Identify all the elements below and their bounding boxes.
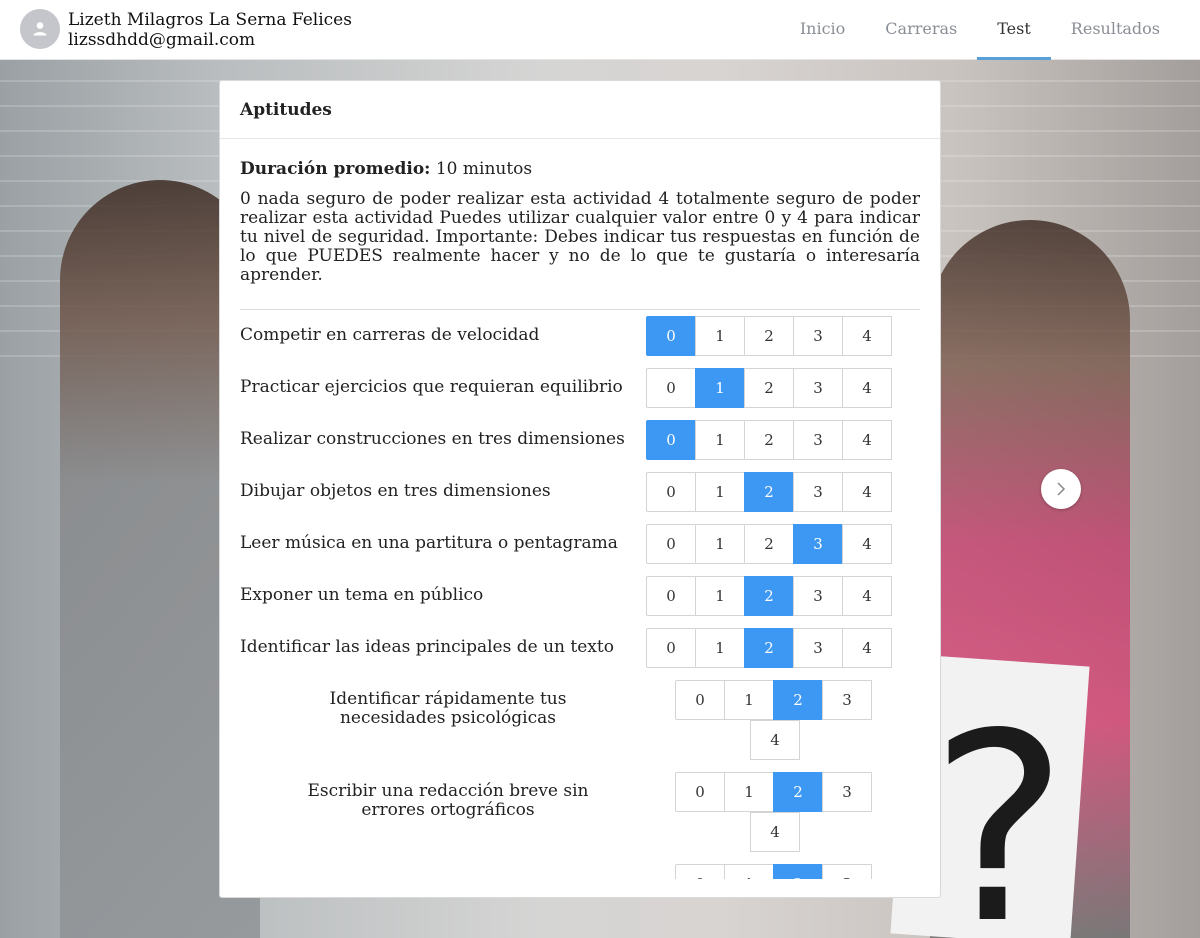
duration-value: 10 minutos	[435, 159, 533, 179]
answer-option[interactable]: 0	[646, 368, 696, 408]
answer-option[interactable]: 4	[842, 628, 892, 668]
question-label: Practicar ejercicios que requieran equil…	[240, 377, 623, 397]
answer-option[interactable]: 4	[842, 472, 892, 512]
answer-option[interactable]: 3	[793, 420, 843, 460]
question-label: Dibujar objetos en tres dimensiones	[240, 481, 551, 501]
answer-option[interactable]: 3	[793, 316, 843, 356]
answer-option[interactable]: 2	[744, 316, 794, 356]
answer-options: 01234	[646, 316, 892, 356]
answer-options: 0123	[675, 680, 872, 720]
chevron-right-icon	[1057, 482, 1066, 496]
answer-options: 01234	[646, 472, 892, 512]
answer-option[interactable]: 1	[695, 368, 745, 408]
answer-option[interactable]: 0	[646, 628, 696, 668]
answer-option[interactable]: 1	[695, 316, 745, 356]
question-label: Competir en carreras de velocidad	[240, 325, 540, 345]
avatar[interactable]	[20, 9, 60, 49]
answer-option[interactable]: 4	[842, 368, 892, 408]
answer-option[interactable]: 1	[724, 864, 774, 879]
answer-option[interactable]: 1	[695, 420, 745, 460]
question-label: Leer música en una partitura o pentagram…	[240, 533, 618, 553]
question-list[interactable]: Competir en carreras de velocidad 0 1 2 3 4 Pr…	[240, 316, 920, 879]
duration: Duración promedio: 10 minutos	[240, 159, 920, 179]
answer-option[interactable]: 2	[744, 628, 794, 668]
answer-options: 01234	[646, 524, 892, 564]
answer-option[interactable]: 2	[744, 576, 794, 616]
answer-option[interactable]: 4	[750, 812, 800, 852]
user-name: Lizeth Milagros La Serna Felices	[68, 10, 352, 30]
answer-option[interactable]: 4	[842, 420, 892, 460]
answer-options: 01234	[646, 368, 892, 408]
answer-option[interactable]: 2	[744, 368, 794, 408]
question-label: Identificar las ideas principales de un …	[240, 637, 614, 657]
answer-option[interactable]: 1	[695, 472, 745, 512]
answer-option[interactable]: 2	[744, 524, 794, 564]
card-title: Aptitudes	[220, 81, 940, 139]
answer-options: 0123	[675, 772, 872, 812]
answer-option[interactable]: 0	[646, 420, 696, 460]
answer-option[interactable]: 3	[822, 772, 872, 812]
main-nav: Inicio Carreras Test Resultados	[780, 0, 1180, 60]
answer-option[interactable]: 2	[773, 772, 823, 812]
answer-option[interactable]: 2	[773, 864, 823, 879]
answer-option[interactable]: 3	[793, 368, 843, 408]
duration-label: Duración promedio:	[240, 159, 431, 179]
nav-carreras[interactable]: Carreras	[865, 0, 977, 60]
answer-option[interactable]: 2	[773, 680, 823, 720]
answer-option[interactable]: 0	[675, 864, 725, 879]
divider	[240, 309, 920, 310]
person-icon	[33, 22, 47, 36]
answer-option[interactable]: 3	[793, 524, 843, 564]
answer-option[interactable]: 4	[842, 316, 892, 356]
question-label: Exponer un tema en público	[240, 585, 484, 605]
answer-option[interactable]: 3	[793, 628, 843, 668]
user-email: lizssdhdd@gmail.com	[68, 30, 256, 50]
nav-test[interactable]: Test	[977, 0, 1051, 60]
answer-option[interactable]: 2	[744, 420, 794, 460]
answer-option[interactable]: 4	[842, 576, 892, 616]
next-slide-button[interactable]	[1041, 469, 1081, 509]
answer-option[interactable]: 1	[724, 680, 774, 720]
question-label: Identificar rápidamente tus necesidades …	[329, 689, 567, 728]
answer-option[interactable]: 0	[675, 680, 725, 720]
nav-inicio[interactable]: Inicio	[780, 0, 865, 60]
question-label: Realizar construcciones en tres dimensio…	[240, 429, 625, 449]
top-bar: Lizeth Milagros La Serna Felices lizssdh…	[0, 0, 1200, 60]
answer-option[interactable]: 1	[695, 628, 745, 668]
answer-option[interactable]: 1	[724, 772, 774, 812]
answer-options: 01234	[646, 420, 892, 460]
answer-option[interactable]: 1	[695, 524, 745, 564]
answer-option[interactable]: 2	[744, 472, 794, 512]
nav-resultados[interactable]: Resultados	[1051, 0, 1180, 60]
answer-options: 01234	[646, 628, 892, 668]
answer-option[interactable]: 4	[750, 720, 800, 760]
answer-option[interactable]: 4	[842, 524, 892, 564]
answer-options: 01234	[646, 576, 892, 616]
answer-option[interactable]: 1	[695, 576, 745, 616]
answer-options: 0123	[675, 864, 872, 879]
answer-option[interactable]: 3	[822, 864, 872, 879]
answer-option[interactable]: 3	[793, 472, 843, 512]
answer-option[interactable]: 0	[646, 472, 696, 512]
instructions: 0 nada seguro de poder realizar esta act…	[240, 189, 920, 285]
answer-option[interactable]: 0	[646, 316, 696, 356]
answer-option[interactable]: 3	[822, 680, 872, 720]
answer-option[interactable]: 3	[793, 576, 843, 616]
test-card: Aptitudes Duración promedio: 10 minutos …	[219, 80, 941, 898]
question-label: Escribir una redacción breve sin errores…	[307, 781, 589, 820]
answer-option[interactable]: 0	[675, 772, 725, 812]
answer-option[interactable]: 0	[646, 524, 696, 564]
answer-option[interactable]: 0	[646, 576, 696, 616]
